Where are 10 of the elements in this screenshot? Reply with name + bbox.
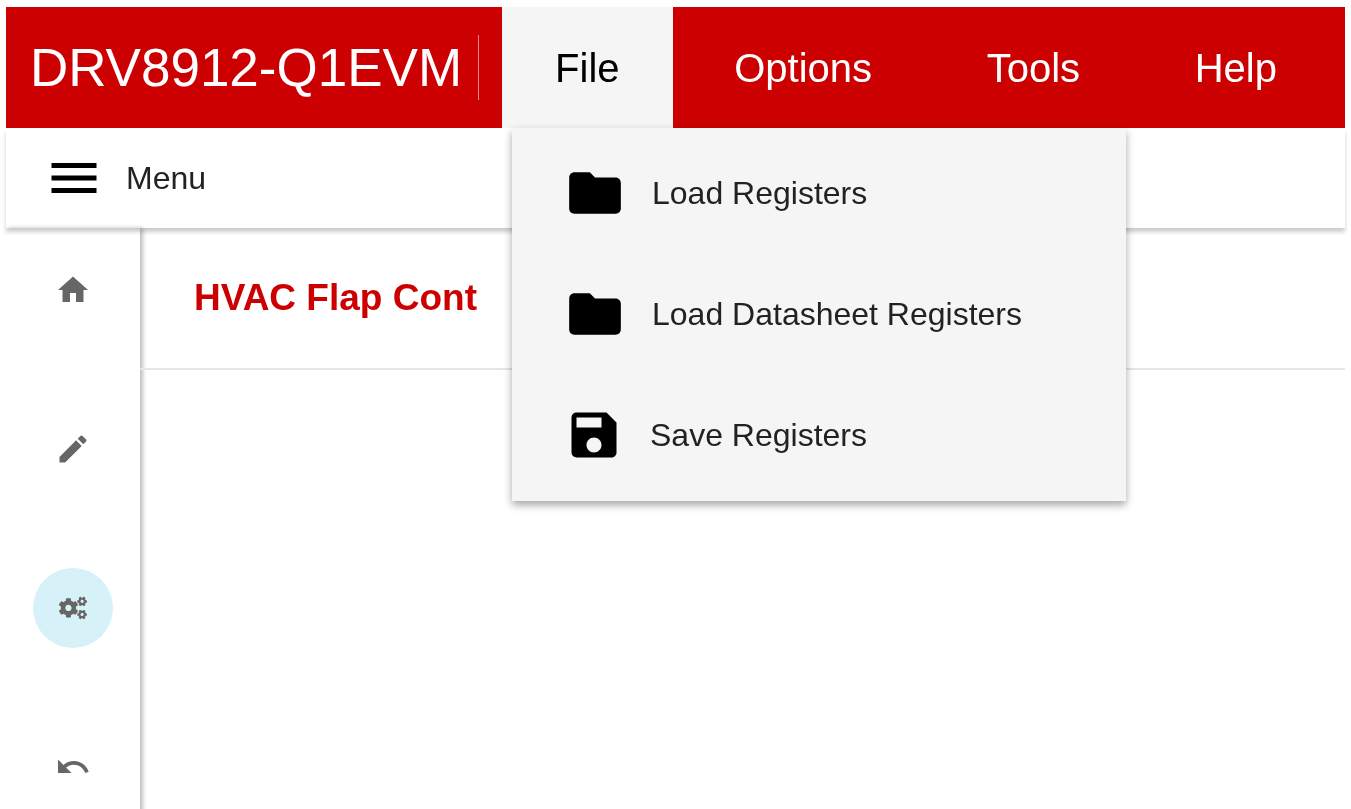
page-heading: HVAC Flap Cont — [194, 276, 477, 321]
menu-tab[interactable]: File — [502, 7, 673, 128]
menu-item[interactable]: Save Registers — [512, 374, 1126, 495]
menu-tab[interactable]: Tools — [933, 7, 1134, 128]
menu-label[interactable]: Menu — [126, 154, 207, 202]
menu-tab[interactable]: Options — [681, 7, 926, 128]
menu-item[interactable]: Load Registers — [512, 132, 1126, 253]
gears-icon — [59, 594, 87, 622]
menu-item[interactable]: Load Datasheet Registers — [512, 253, 1126, 374]
menu-tab[interactable]: Help — [1141, 7, 1330, 128]
